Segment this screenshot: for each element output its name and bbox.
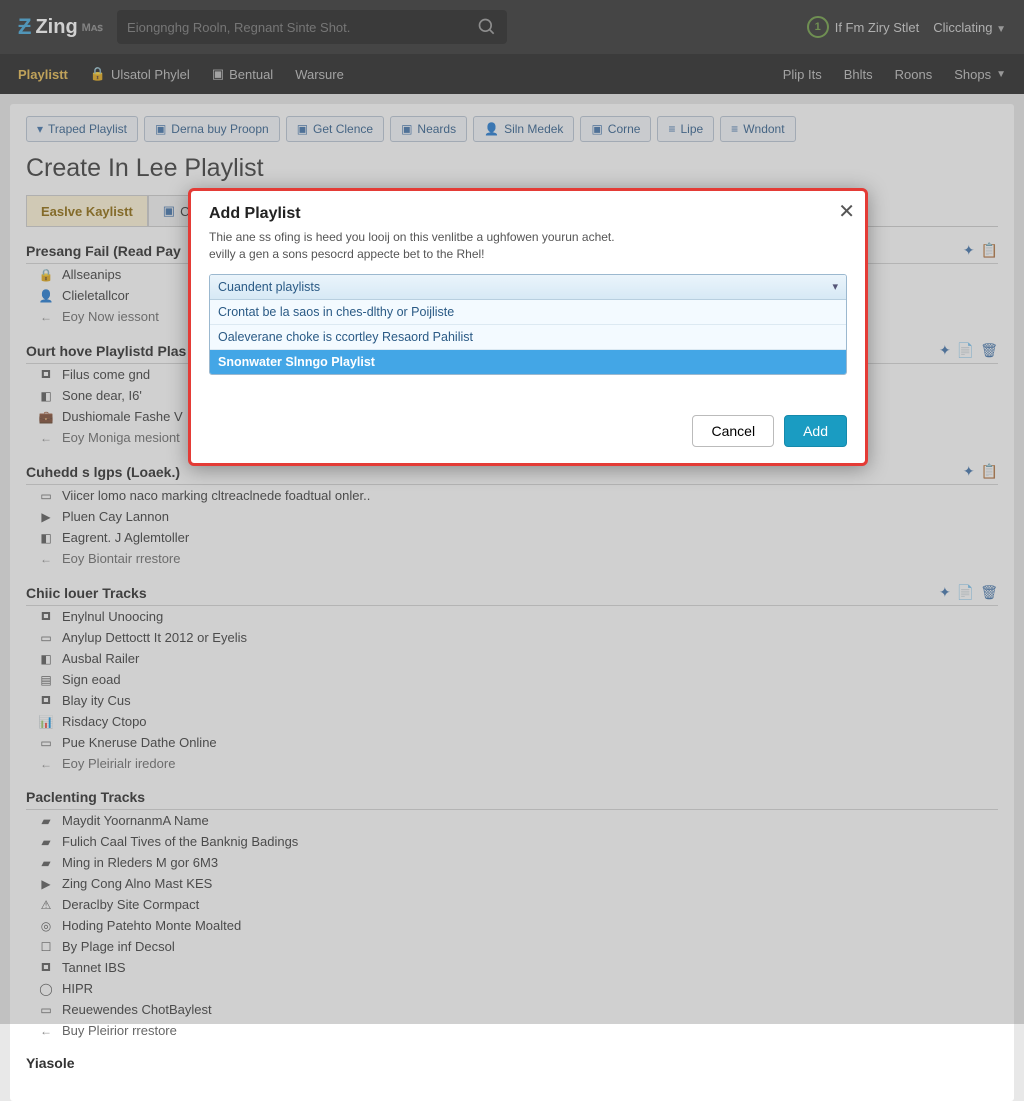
row-icon: ← — [38, 1024, 54, 1038]
select-option-2[interactable]: Snonwater Slnngo Playlist — [210, 350, 846, 374]
close-icon[interactable]: ✕ — [838, 199, 855, 224]
select-option-0[interactable]: Crontat be la saos in ches-dlthy or Poij… — [210, 300, 846, 325]
row-text: Buy Pleirior rrestore — [62, 1023, 177, 1038]
add-playlist-modal: ✕ Add Playlist Thie ane ss ofing is heed… — [188, 188, 868, 466]
select-option-1[interactable]: Oaleverane choke is ccortley Resaord Pah… — [210, 325, 846, 350]
footer-word: Yiasole — [26, 1055, 998, 1071]
modal-title: Add Playlist — [209, 205, 847, 223]
cancel-button[interactable]: Cancel — [692, 415, 774, 447]
add-button[interactable]: Add — [784, 415, 847, 447]
modal-overlay[interactable] — [0, 0, 1024, 1024]
modal-description: Thie ane ss ofing is heed you looij on t… — [209, 229, 847, 264]
modal-actions: Cancel Add — [209, 415, 847, 447]
select-current[interactable]: Cuandent playlists — [210, 275, 846, 300]
playlist-select[interactable]: Cuandent playlists Crontat be la saos in… — [209, 274, 847, 375]
